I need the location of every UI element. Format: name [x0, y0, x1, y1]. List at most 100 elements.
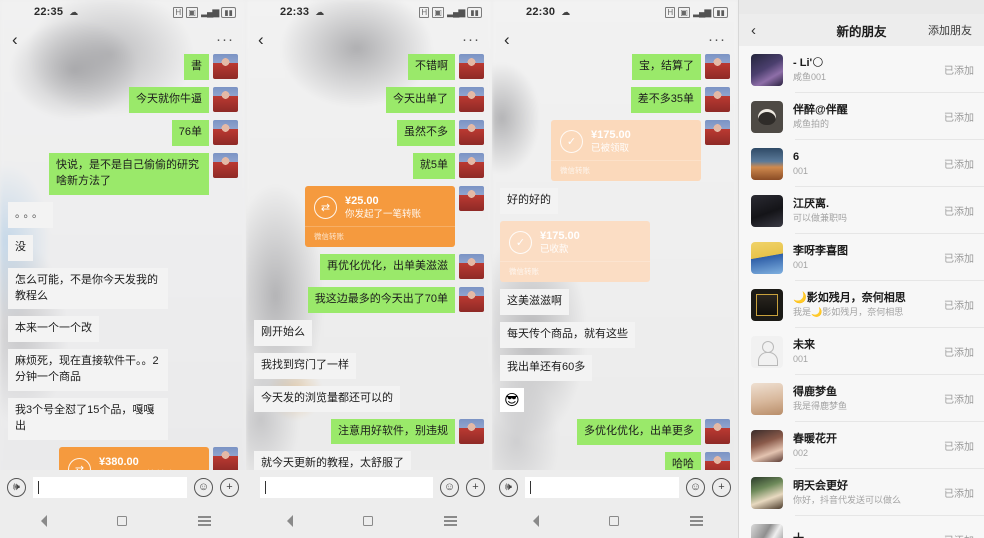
avatar: [459, 86, 484, 112]
list-item-text: 李呀李喜图 001: [793, 244, 936, 272]
message-bubble: 就5单: [412, 152, 456, 179]
avatar: [751, 147, 783, 180]
battery-icon: ▮▮: [467, 6, 482, 18]
back-nav-button[interactable]: [35, 515, 48, 527]
list-item[interactable]: 未来 001 已添加: [739, 328, 984, 375]
message-input[interactable]: [260, 476, 433, 498]
signal-icon: ▂▄▆: [201, 6, 219, 17]
emoji-icon[interactable]: ☺: [686, 477, 705, 497]
contact-name: 明天会更好: [793, 479, 848, 492]
contact-name: 春暖花开: [793, 432, 837, 445]
message-row: 好的好的: [500, 187, 730, 214]
emoji-icon[interactable]: ☺: [440, 477, 459, 497]
status-badge: 已添加: [944, 301, 974, 312]
avatar: [459, 253, 484, 279]
add-friend-button[interactable]: 添加朋友: [928, 22, 972, 38]
message-row: 每天传个商品，就有这些: [500, 321, 730, 348]
message-bubble: 麻烦死，现在直接软件干。。2分钟一个商品: [8, 349, 168, 392]
avatar: [751, 194, 783, 227]
contact-name: 得鹿梦鱼: [793, 385, 837, 398]
back-button[interactable]: ‹: [12, 31, 18, 48]
avatar: [751, 53, 783, 86]
chat-panel-3: 22:30 ☁ H ▣ ▂▄▆ ▮▮ ‹ ··· 宝，结算了 差不多35单 ✓ ¥175.00 已被领取…: [492, 0, 738, 538]
message-row: 今天出单了: [254, 86, 484, 113]
status-badge: 已添加: [944, 395, 974, 406]
more-options-button[interactable]: ···: [216, 32, 234, 47]
avatar: [751, 429, 783, 462]
avatar: [213, 86, 238, 112]
contact-subtitle: 002: [793, 447, 809, 458]
list-item[interactable]: 6 001 已添加: [739, 140, 984, 187]
back-button[interactable]: ‹: [258, 31, 264, 48]
list-item[interactable]: 春暖花开 002 已添加: [739, 422, 984, 469]
transfer-text: ¥25.00 你发起了一笔转账: [345, 195, 421, 221]
transfer-card[interactable]: ✓ ¥175.00 已收款 微信转账: [500, 220, 650, 282]
list-item[interactable]: 明天会更好 你好，抖音代发送可以做么 已添加: [739, 469, 984, 516]
message-row: ⇄ ¥25.00 你发起了一笔转账 微信转账: [254, 185, 484, 247]
chat-input-bar: ☺ +: [246, 470, 492, 504]
contact-name: 十: [793, 532, 936, 538]
more-options-button[interactable]: ···: [708, 32, 726, 47]
transfer-subtitle: 你发起了一笔转账: [345, 208, 422, 220]
emoji-icon[interactable]: ☺: [194, 477, 213, 497]
list-item[interactable]: - Li'🌕 咸鱼001 已添加: [739, 46, 984, 93]
list-item[interactable]: 李呀李喜图 001 已添加: [739, 234, 984, 281]
avatar: [751, 476, 783, 509]
text-caret: [265, 480, 266, 494]
system-nav-bar: [492, 504, 738, 538]
list-item[interactable]: 十 已添加: [739, 516, 984, 538]
status-bar: 22:33 ☁ H ▣ ▂▄▆ ▮▮: [246, 0, 492, 24]
plus-icon[interactable]: +: [466, 477, 485, 497]
message-input[interactable]: [525, 476, 679, 498]
back-nav-button[interactable]: [281, 515, 294, 527]
avatar: [751, 100, 783, 133]
avatar: [213, 119, 238, 145]
message-bubble: 怎么可能，不是你今天发我的教程么: [8, 267, 168, 310]
plus-icon[interactable]: +: [712, 477, 731, 497]
list-item[interactable]: 伴醉@伴醒 咸鱼拍的 已添加: [739, 93, 984, 140]
text-caret: [530, 480, 531, 494]
recents-nav-icon: [689, 516, 703, 526]
voice-icon[interactable]: 🕪: [499, 477, 518, 497]
transfer-body: ✓ ¥175.00 已收款: [500, 221, 650, 261]
chat-navbar: ‹ ···: [492, 24, 738, 54]
chat-input-bar: 🕪 ☺ +: [0, 470, 246, 504]
message-row: 怎么可能，不是你今天发我的教程么: [8, 267, 238, 310]
message-row: 本来一个一个改: [8, 316, 238, 343]
list-item-text: 未来 001: [793, 338, 936, 366]
back-nav-button[interactable]: [527, 515, 540, 527]
system-nav-bar: [246, 504, 492, 538]
message-bubble: 我这边最多的今天出了70单: [307, 286, 456, 313]
voice-icon[interactable]: 🕪: [7, 477, 26, 497]
chat-navbar: ‹ ···: [0, 24, 246, 54]
transfer-amount: ¥380.00: [99, 456, 139, 469]
status-time: 22:35: [34, 6, 64, 18]
home-nav-button[interactable]: [117, 516, 128, 526]
home-nav-button[interactable]: [363, 516, 374, 526]
back-button[interactable]: ‹: [504, 31, 510, 48]
message-row: 没: [8, 234, 238, 261]
message-row: 再优化优化，出单美滋滋: [254, 253, 484, 280]
transfer-text: ¥175.00 已收款: [540, 230, 580, 256]
contact-subtitle: 可以做兼职吗: [793, 212, 848, 223]
recents-nav-button[interactable]: [689, 516, 703, 526]
recents-nav-button[interactable]: [197, 516, 211, 526]
plus-icon[interactable]: +: [220, 477, 239, 497]
contacts-panel: ‹ 新的朋友 添加朋友 - Li'🌕 咸鱼001 已添加 伴醉@伴醒 咸鱼拍的 已添加 6 001 已…: [738, 0, 984, 538]
status-bar: 22:35 ☁ H ▣ ▂▄▆ ▮▮: [0, 0, 246, 24]
message-input[interactable]: [33, 476, 187, 498]
message-row: 多优化优化，出单更多: [500, 418, 730, 445]
transfer-card[interactable]: ⇄ ¥25.00 你发起了一笔转账 微信转账: [305, 185, 455, 247]
message-row: 😎: [500, 387, 730, 412]
more-options-button[interactable]: ···: [462, 32, 480, 47]
message-bubble: 虽然不多: [397, 119, 455, 146]
list-item[interactable]: 江厌离. 可以做兼职吗 已添加: [739, 187, 984, 234]
home-nav-button[interactable]: [609, 516, 620, 526]
list-item[interactable]: 得鹿梦鱼 我是得鹿梦鱼 已添加: [739, 375, 984, 422]
transfer-card[interactable]: ✓ ¥175.00 已被领取 微信转账: [551, 119, 701, 181]
recents-nav-button[interactable]: [443, 516, 457, 526]
message-row: 我这边最多的今天出了70单: [254, 286, 484, 313]
message-row: 宝，结算了: [500, 54, 730, 80]
contacts-header: ‹ 新的朋友 添加朋友: [739, 14, 984, 46]
list-item[interactable]: 🌙影如残月，奈何相思 我是🌙影如残月，奈何相思 已添加: [739, 281, 984, 328]
